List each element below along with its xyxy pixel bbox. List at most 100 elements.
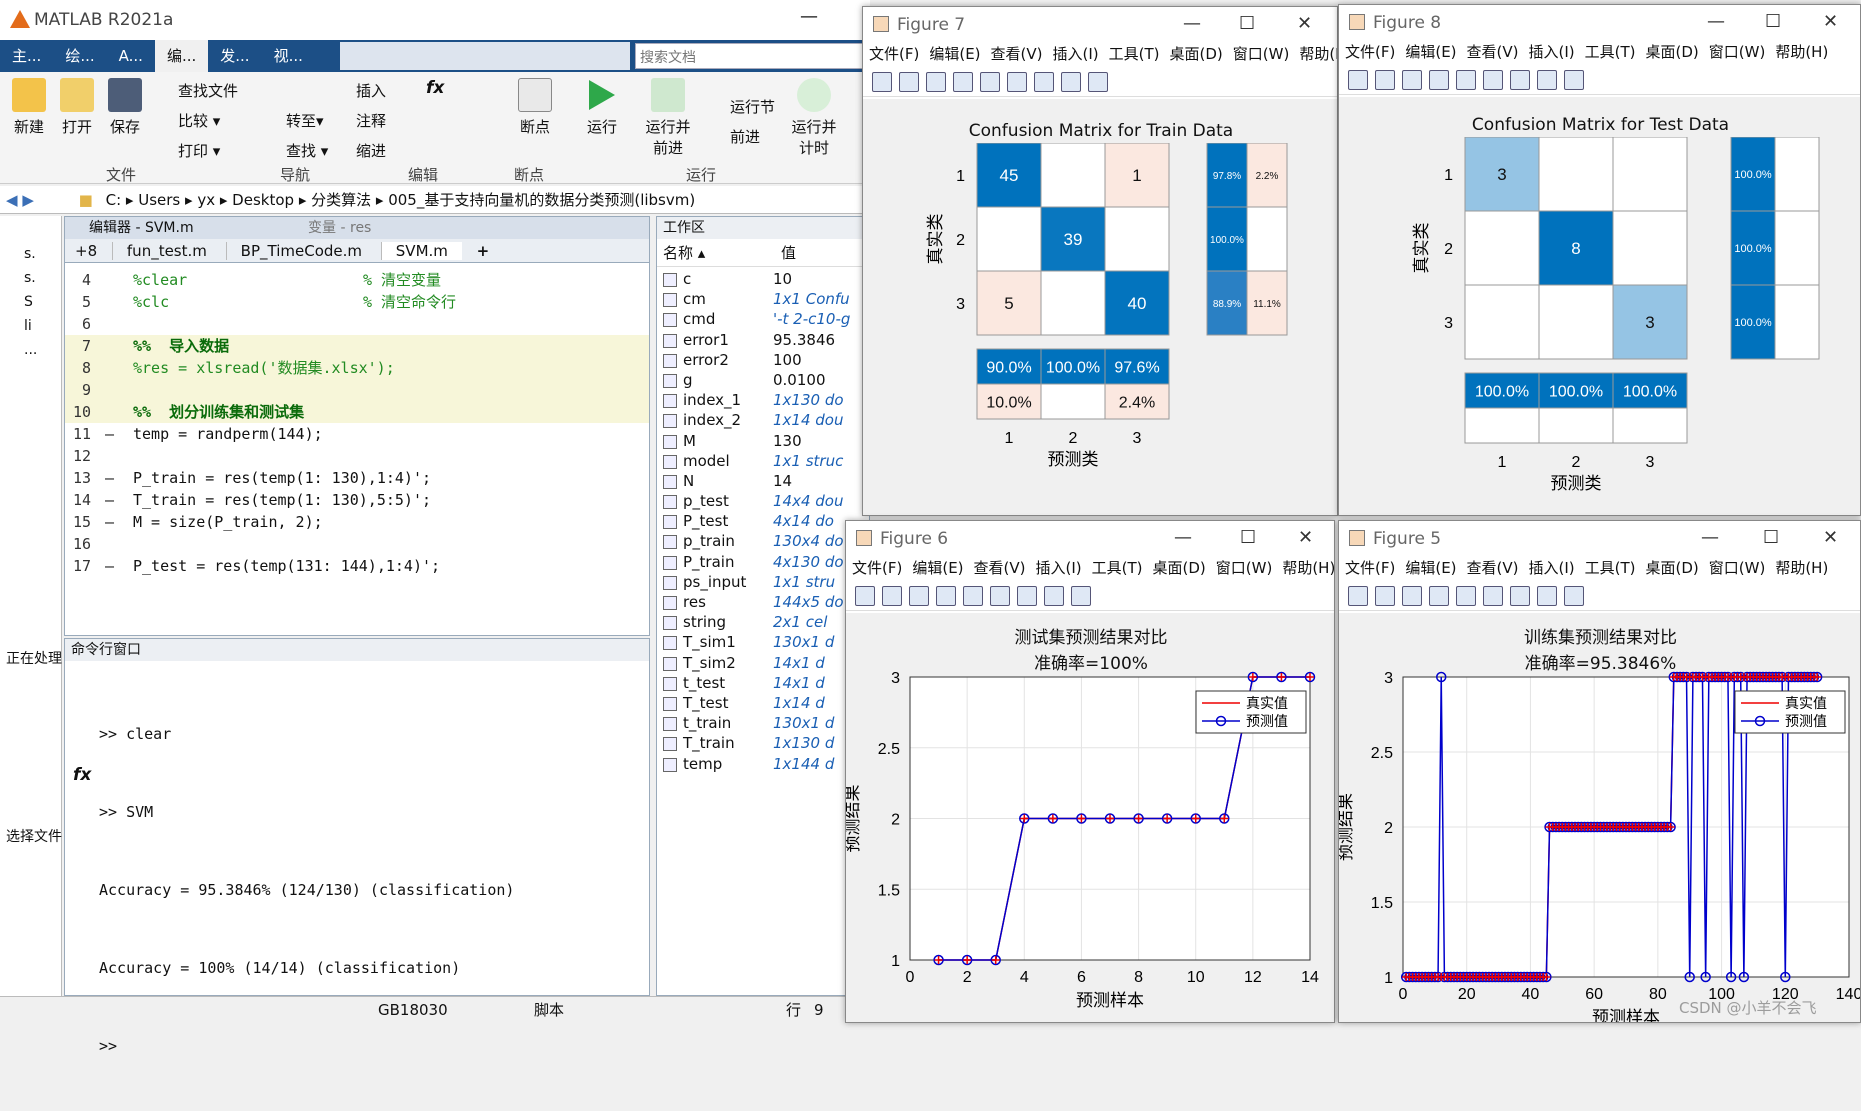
workspace-row[interactable]: cmd '-t 2-c10-g xyxy=(657,309,869,329)
workspace-row[interactable]: t_test 14x1 d xyxy=(657,673,869,693)
menu-desktop[interactable]: 桌面(D) xyxy=(1153,555,1206,581)
link-icon[interactable] xyxy=(980,72,1000,92)
property-icon[interactable] xyxy=(1564,586,1584,606)
workspace-row[interactable]: p_train 130x4 do xyxy=(657,531,869,551)
tab-publish[interactable]: 发... xyxy=(208,40,261,72)
menu-insert[interactable]: 插入(I) xyxy=(1053,41,1099,67)
menu-tools[interactable]: 工具(T) xyxy=(1109,41,1160,67)
goto-button[interactable]: 转至▾ xyxy=(286,110,324,131)
advance-button[interactable]: 前进 xyxy=(730,126,760,147)
new-figure-icon[interactable] xyxy=(872,72,892,92)
print-icon[interactable] xyxy=(1429,70,1449,90)
breadcrumb-category[interactable]: 分类算法 xyxy=(311,191,371,209)
breadcrumb-desktop[interactable]: Desktop xyxy=(232,191,294,209)
menu-edit[interactable]: 编辑(E) xyxy=(929,41,980,67)
var-tab[interactable]: 变量 - res xyxy=(308,220,371,236)
colorbar-icon[interactable] xyxy=(1483,586,1503,606)
menu-help[interactable]: 帮助(H) xyxy=(1299,41,1337,67)
tab-view[interactable]: 视... xyxy=(262,40,315,72)
menu-insert[interactable]: 插入(I) xyxy=(1529,555,1575,581)
workspace-row[interactable]: T_train 1x130 d xyxy=(657,733,869,753)
close-button[interactable]: ✕ xyxy=(1823,11,1838,32)
new-button[interactable]: 新建 xyxy=(8,78,50,137)
maximize-button[interactable]: ☐ xyxy=(1765,11,1781,32)
menu-view[interactable]: 查看(V) xyxy=(991,41,1043,67)
menu-help[interactable]: 帮助(H) xyxy=(1775,39,1828,65)
indent-button[interactable]: 缩进 xyxy=(356,140,386,161)
back-icon[interactable]: ◀ xyxy=(6,191,18,209)
menu-file[interactable]: 文件(F) xyxy=(1345,555,1395,581)
workspace-row[interactable]: string 2x1 cel xyxy=(657,612,869,632)
workspace-row[interactable]: error1 95.3846 xyxy=(657,330,869,350)
menu-window[interactable]: 窗口(W) xyxy=(1709,39,1766,65)
save-icon[interactable] xyxy=(1402,586,1422,606)
menu-desktop[interactable]: 桌面(D) xyxy=(1646,555,1699,581)
workspace-row[interactable]: c 10 xyxy=(657,269,869,289)
tab-plots[interactable]: 绘... xyxy=(53,40,106,72)
menu-edit[interactable]: 编辑(E) xyxy=(1405,39,1456,65)
workspace-row[interactable]: res 144x5 do xyxy=(657,592,869,612)
insert-button[interactable]: 插入 xyxy=(356,80,386,101)
menu-file[interactable]: 文件(F) xyxy=(869,41,919,67)
print-icon[interactable] xyxy=(953,72,973,92)
print-icon[interactable] xyxy=(936,586,956,606)
workspace-row[interactable]: t_train 130x1 d xyxy=(657,713,869,733)
link-icon[interactable] xyxy=(1456,586,1476,606)
open-icon[interactable] xyxy=(1375,586,1395,606)
workspace-row[interactable]: p_test 14x4 dou xyxy=(657,491,869,511)
menu-desktop[interactable]: 桌面(D) xyxy=(1170,41,1223,67)
menu-edit[interactable]: 编辑(E) xyxy=(912,555,963,581)
minimize-button[interactable]: — xyxy=(800,6,818,27)
tab-svm[interactable]: SVM.m xyxy=(380,242,462,260)
property-icon[interactable] xyxy=(1088,72,1108,92)
colorbar-icon[interactable] xyxy=(1007,72,1027,92)
breadcrumb-yx[interactable]: yx xyxy=(197,191,215,209)
column-value-header[interactable]: 值 xyxy=(781,244,796,262)
forward-icon[interactable]: ▶ xyxy=(22,191,34,209)
save-icon[interactable] xyxy=(1402,70,1422,90)
add-tab-button[interactable]: + xyxy=(467,242,500,260)
menu-view[interactable]: 查看(V) xyxy=(1467,555,1519,581)
workspace-row[interactable]: M 130 xyxy=(657,431,869,451)
column-name-header[interactable]: 名称 ▴ xyxy=(657,239,781,267)
workspace-row[interactable]: error2 100 xyxy=(657,350,869,370)
open-icon[interactable] xyxy=(899,72,919,92)
tab-more[interactable]: +8 xyxy=(65,242,107,260)
file-item[interactable]: s. xyxy=(24,242,61,266)
run-advance-button[interactable]: 运行并 前进 xyxy=(640,78,696,158)
print-button[interactable]: 打印 ▾ xyxy=(178,140,220,161)
workspace-row[interactable]: g 0.0100 xyxy=(657,370,869,390)
open-button[interactable]: 打开 xyxy=(56,78,98,137)
comment-button[interactable]: 注释 xyxy=(356,110,386,131)
open-icon[interactable] xyxy=(1375,70,1395,90)
close-button[interactable]: ✕ xyxy=(1298,527,1313,548)
pointer-icon[interactable] xyxy=(1537,586,1557,606)
tab-bp-timecode[interactable]: BP_TimeCode.m xyxy=(225,242,376,260)
tab-apps[interactable]: A... xyxy=(107,40,155,72)
fx-icon[interactable]: fx xyxy=(73,765,91,785)
workspace-row[interactable]: ps_input 1x1 stru xyxy=(657,572,869,592)
tab-editor[interactable]: 编... xyxy=(154,40,209,72)
menu-insert[interactable]: 插入(I) xyxy=(1036,555,1082,581)
tab-home[interactable]: 主... xyxy=(0,40,53,72)
workspace-row[interactable]: T_sim1 130x1 d xyxy=(657,632,869,652)
workspace-row[interactable]: P_test 4x14 do xyxy=(657,511,869,531)
menu-window[interactable]: 窗口(W) xyxy=(1216,555,1273,581)
code-area[interactable]: 4 %clear % 清空变量 5 %clc % 清空命令行 6 7 %% 导入数据 8 %res … xyxy=(65,263,649,627)
workspace-row[interactable]: index_1 1x130 do xyxy=(657,390,869,410)
menu-edit[interactable]: 编辑(E) xyxy=(1405,555,1456,581)
save-icon[interactable] xyxy=(909,586,929,606)
workspace-row[interactable]: index_2 1x14 dou xyxy=(657,410,869,430)
fx-button[interactable]: fx xyxy=(426,78,444,98)
legend-icon[interactable] xyxy=(1510,586,1530,606)
command-window[interactable]: 命令行窗口 >> clear >> SVM Accuracy = 95.3846… xyxy=(64,638,650,1055)
minimize-button[interactable]: — xyxy=(1174,527,1192,548)
menu-file[interactable]: 文件(F) xyxy=(852,555,902,581)
close-button[interactable]: ✕ xyxy=(1297,13,1312,34)
compare-button[interactable]: 比较 ▾ xyxy=(178,110,220,131)
menu-tools[interactable]: 工具(T) xyxy=(1585,555,1636,581)
minimize-button[interactable]: — xyxy=(1707,11,1725,32)
menu-view[interactable]: 查看(V) xyxy=(974,555,1026,581)
close-button[interactable]: ✕ xyxy=(1823,527,1838,548)
menu-tools[interactable]: 工具(T) xyxy=(1092,555,1143,581)
